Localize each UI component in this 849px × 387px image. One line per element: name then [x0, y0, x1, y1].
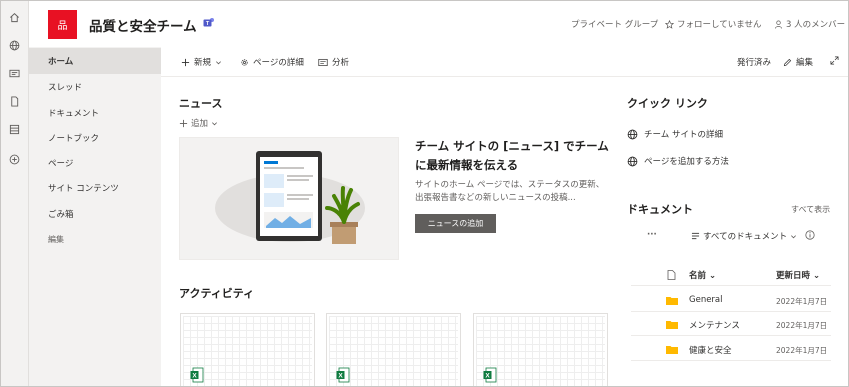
privacy-label: プライベート グループ [571, 20, 659, 30]
document-date: 2022年1月7日 [776, 297, 828, 306]
folder-icon [666, 297, 678, 305]
see-all-link[interactable]: すべて表示 [791, 204, 830, 215]
excel-icon: X [190, 367, 204, 383]
globe-icon[interactable] [7, 38, 22, 53]
activity-card[interactable]: X [180, 313, 315, 386]
published-status: 発行済み [737, 58, 772, 68]
left-navigation: ホーム スレッド ドキュメント ノートブック ページ サイト コンテンツ ごみ箱… [29, 47, 161, 386]
file-type-icon [667, 270, 676, 280]
activity-card[interactable]: X [473, 313, 608, 386]
follow-button[interactable]: フォローしていません [665, 18, 762, 30]
quick-link-item[interactable]: チーム サイトの詳細 [627, 128, 723, 140]
svg-text:X: X [485, 373, 490, 380]
documents-heading: ドキュメント [627, 203, 693, 216]
col-name-header[interactable]: 名前 ⌄ [689, 269, 716, 281]
nav-item-documents[interactable]: ドキュメント [29, 100, 161, 126]
nav-item-site-contents[interactable]: サイト コンテンツ [29, 175, 161, 201]
edit-page-button[interactable]: 編集 [783, 56, 813, 68]
globe-icon [627, 129, 638, 139]
svg-text:X: X [192, 373, 197, 380]
excel-icon: X [336, 367, 350, 383]
news-add-button[interactable]: 追加 [179, 117, 218, 129]
table-row[interactable]: 健康と安全 2022年1月7日 [631, 337, 831, 361]
site-logo-glyph: 品 [57, 21, 68, 32]
table-row[interactable]: メンテナンス 2022年1月7日 [631, 312, 831, 336]
add-news-button[interactable]: ニュースの追加 [415, 214, 496, 233]
page-details-button[interactable]: ページの詳細 [240, 56, 304, 68]
folder-icon [666, 321, 678, 329]
globe-icon [627, 156, 638, 166]
news-title[interactable]: チーム サイトの [ニュース] でチームに最新情報を伝える [415, 137, 615, 175]
document-date: 2022年1月7日 [776, 321, 828, 330]
star-icon [665, 19, 674, 29]
col-modified-header[interactable]: 更新日時 ⌄ [776, 269, 820, 281]
news-feed-icon[interactable] [7, 66, 22, 81]
gear-icon [241, 58, 248, 66]
activity-heading: アクティビティ [179, 287, 255, 300]
nav-item-notebook[interactable]: ノートブック [29, 125, 161, 151]
nav-item-pages[interactable]: ページ [29, 150, 161, 176]
analytics-button[interactable]: 分析 [318, 56, 349, 68]
teams-icon[interactable]: T [203, 17, 215, 28]
list-icon[interactable] [7, 122, 22, 137]
analytics-icon [318, 58, 328, 66]
plus-icon [181, 58, 190, 66]
sharepoint-window: 品 品質と安全チーム T プライベート グループ フォローしていません 3 人の… [0, 0, 849, 387]
quick-links-heading: クイック リンク [627, 97, 708, 110]
info-icon[interactable] [805, 230, 815, 240]
documents-table-header: 名前 ⌄ 更新日時 ⌄ [631, 263, 831, 286]
nav-item-home[interactable]: ホーム [29, 48, 161, 74]
more-options-button[interactable]: ··· [647, 230, 657, 240]
table-row[interactable]: General 2022年1月7日 [631, 288, 831, 312]
create-plus-icon[interactable] [7, 152, 22, 167]
news-description: サイトのホーム ページでは、ステータスの更新、出張報告書などの新しいニュースの投… [415, 180, 605, 203]
view-selector[interactable]: すべてのドキュメント [691, 230, 797, 242]
document-name[interactable]: General [689, 295, 723, 305]
expand-icon[interactable] [830, 56, 839, 65]
app-rail [1, 1, 29, 386]
command-bar: 新規 ページの詳細 分析 発行済み 編集 [161, 47, 848, 77]
home-icon[interactable] [7, 10, 22, 25]
nav-edit-link[interactable]: 編集 [29, 226, 161, 252]
list-view-icon [691, 232, 700, 240]
main-content: ニュース 追加 チーム サイトの [ニュース] でチームに最新情報を伝える サイ… [161, 77, 848, 386]
news-illustration [179, 137, 399, 260]
news-heading: ニュース [179, 97, 223, 110]
pencil-icon [783, 58, 792, 66]
site-logo[interactable]: 品 [48, 10, 77, 39]
site-title[interactable]: 品質と安全チーム [89, 15, 197, 35]
plus-icon [179, 119, 188, 127]
folder-icon [666, 346, 678, 354]
document-name[interactable]: 健康と安全 [689, 344, 732, 356]
document-name[interactable]: メンテナンス [689, 319, 740, 331]
activity-card[interactable]: X [326, 313, 461, 386]
chevron-down-icon [216, 60, 222, 64]
quick-link-item[interactable]: ページを追加する方法 [627, 155, 729, 167]
person-icon [774, 20, 783, 29]
document-date: 2022年1月7日 [776, 346, 828, 355]
site-header: 品 品質と安全チーム T プライベート グループ フォローしていません 3 人の… [29, 1, 848, 47]
excel-icon: X [483, 367, 497, 383]
file-icon[interactable] [7, 94, 22, 109]
new-button[interactable]: 新規 [181, 56, 222, 68]
members-button[interactable]: 3 人のメンバー [774, 18, 845, 30]
nav-item-conversations[interactable]: スレッド [29, 74, 161, 100]
nav-item-recycle-bin[interactable]: ごみ箱 [29, 201, 161, 227]
chevron-down-icon [212, 121, 218, 125]
chevron-down-icon [791, 234, 797, 238]
svg-text:X: X [338, 373, 343, 380]
